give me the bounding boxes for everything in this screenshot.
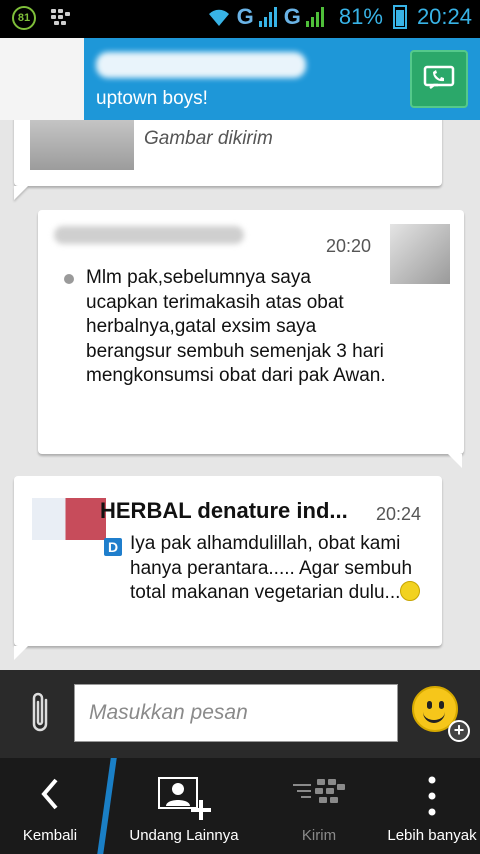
conversation-area[interactable]: Gambar dikirim 20:20 Mlm pak,sebelumnya … xyxy=(0,120,480,670)
contact-name-redacted xyxy=(96,52,306,78)
bubble-tail xyxy=(448,454,462,468)
message-text: Mlm pak,sebelumnya saya ucapkan terimaka… xyxy=(86,267,386,386)
bbm-send-icon xyxy=(293,779,345,803)
vertical-dots-icon xyxy=(428,776,436,816)
message-input[interactable]: Masukkan pesan xyxy=(74,684,398,742)
delivered-icon: D xyxy=(104,538,122,556)
invite-others-button[interactable]: Undang Lainnya xyxy=(118,758,250,854)
paperclip-icon[interactable] xyxy=(28,690,54,736)
add-emoji-plus-icon[interactable]: + xyxy=(448,720,470,742)
contact-status-message: uptown boys! xyxy=(96,88,208,109)
invite-label: Undang Lainnya xyxy=(129,827,239,844)
message-text-container: Iya pak alhamdulillah, obat kami hanya p… xyxy=(130,532,430,606)
message-bubble-image[interactable]: Gambar dikirim xyxy=(14,120,442,186)
sender-avatar xyxy=(32,498,106,540)
bottom-action-bar: Kembali Undang Lainnya Kirim Lebih banya… xyxy=(0,758,480,854)
bubble-tail xyxy=(14,186,28,200)
more-label: Lebih banyak xyxy=(387,827,477,844)
battery-percent: 81% xyxy=(338,4,383,29)
signal-icon-1 xyxy=(258,7,277,27)
network-type-2: G xyxy=(283,4,301,29)
wifi-icon xyxy=(208,9,229,26)
add-contact-icon xyxy=(158,777,211,820)
message-time: 20:20 xyxy=(326,236,372,256)
clock: 20:24 xyxy=(416,4,472,29)
send-label: Kirim xyxy=(301,827,337,844)
chat-header: uptown boys! xyxy=(0,38,480,120)
status-bar: 81 G G 81% 20:24 xyxy=(0,0,480,38)
sender-avatar xyxy=(390,224,450,284)
notification-count-badge: 81 xyxy=(12,6,36,30)
send-button[interactable]: Kirim xyxy=(262,758,376,854)
read-status-dot xyxy=(64,274,74,284)
sender-name: HERBAL denature ind... xyxy=(100,498,348,523)
image-sent-caption: Gambar dikirim xyxy=(144,128,273,149)
message-text: Iya pak alhamdulillah, obat kami hanya p… xyxy=(130,533,413,603)
back-label: Kembali xyxy=(22,827,78,844)
smiley-emoji-icon xyxy=(400,581,421,601)
bubble-tail xyxy=(14,646,28,660)
chevron-left-icon xyxy=(41,778,58,810)
sender-name-redacted xyxy=(54,226,244,244)
bbm-notification-icon xyxy=(51,9,70,25)
message-bubble-incoming[interactable]: 20:20 Mlm pak,sebelumnya saya ucapkan te… xyxy=(38,210,464,454)
voice-call-button[interactable] xyxy=(410,50,468,108)
back-button[interactable]: Kembali xyxy=(0,758,100,854)
image-thumbnail[interactable] xyxy=(30,120,134,170)
message-time: 20:24 xyxy=(376,504,422,524)
contact-avatar[interactable] xyxy=(0,38,84,120)
message-bubble-outgoing[interactable]: HERBAL denature ind... 20:24 D Iya pak a… xyxy=(14,476,442,646)
signal-icon-2 xyxy=(305,7,324,27)
phone-call-icon xyxy=(423,65,455,89)
composer-bar: Masukkan pesan + xyxy=(0,670,480,758)
action-divider xyxy=(97,758,117,854)
network-type-1: G xyxy=(236,4,254,29)
more-options-button[interactable]: Lebih banyak xyxy=(384,758,480,854)
battery-icon xyxy=(392,5,407,29)
